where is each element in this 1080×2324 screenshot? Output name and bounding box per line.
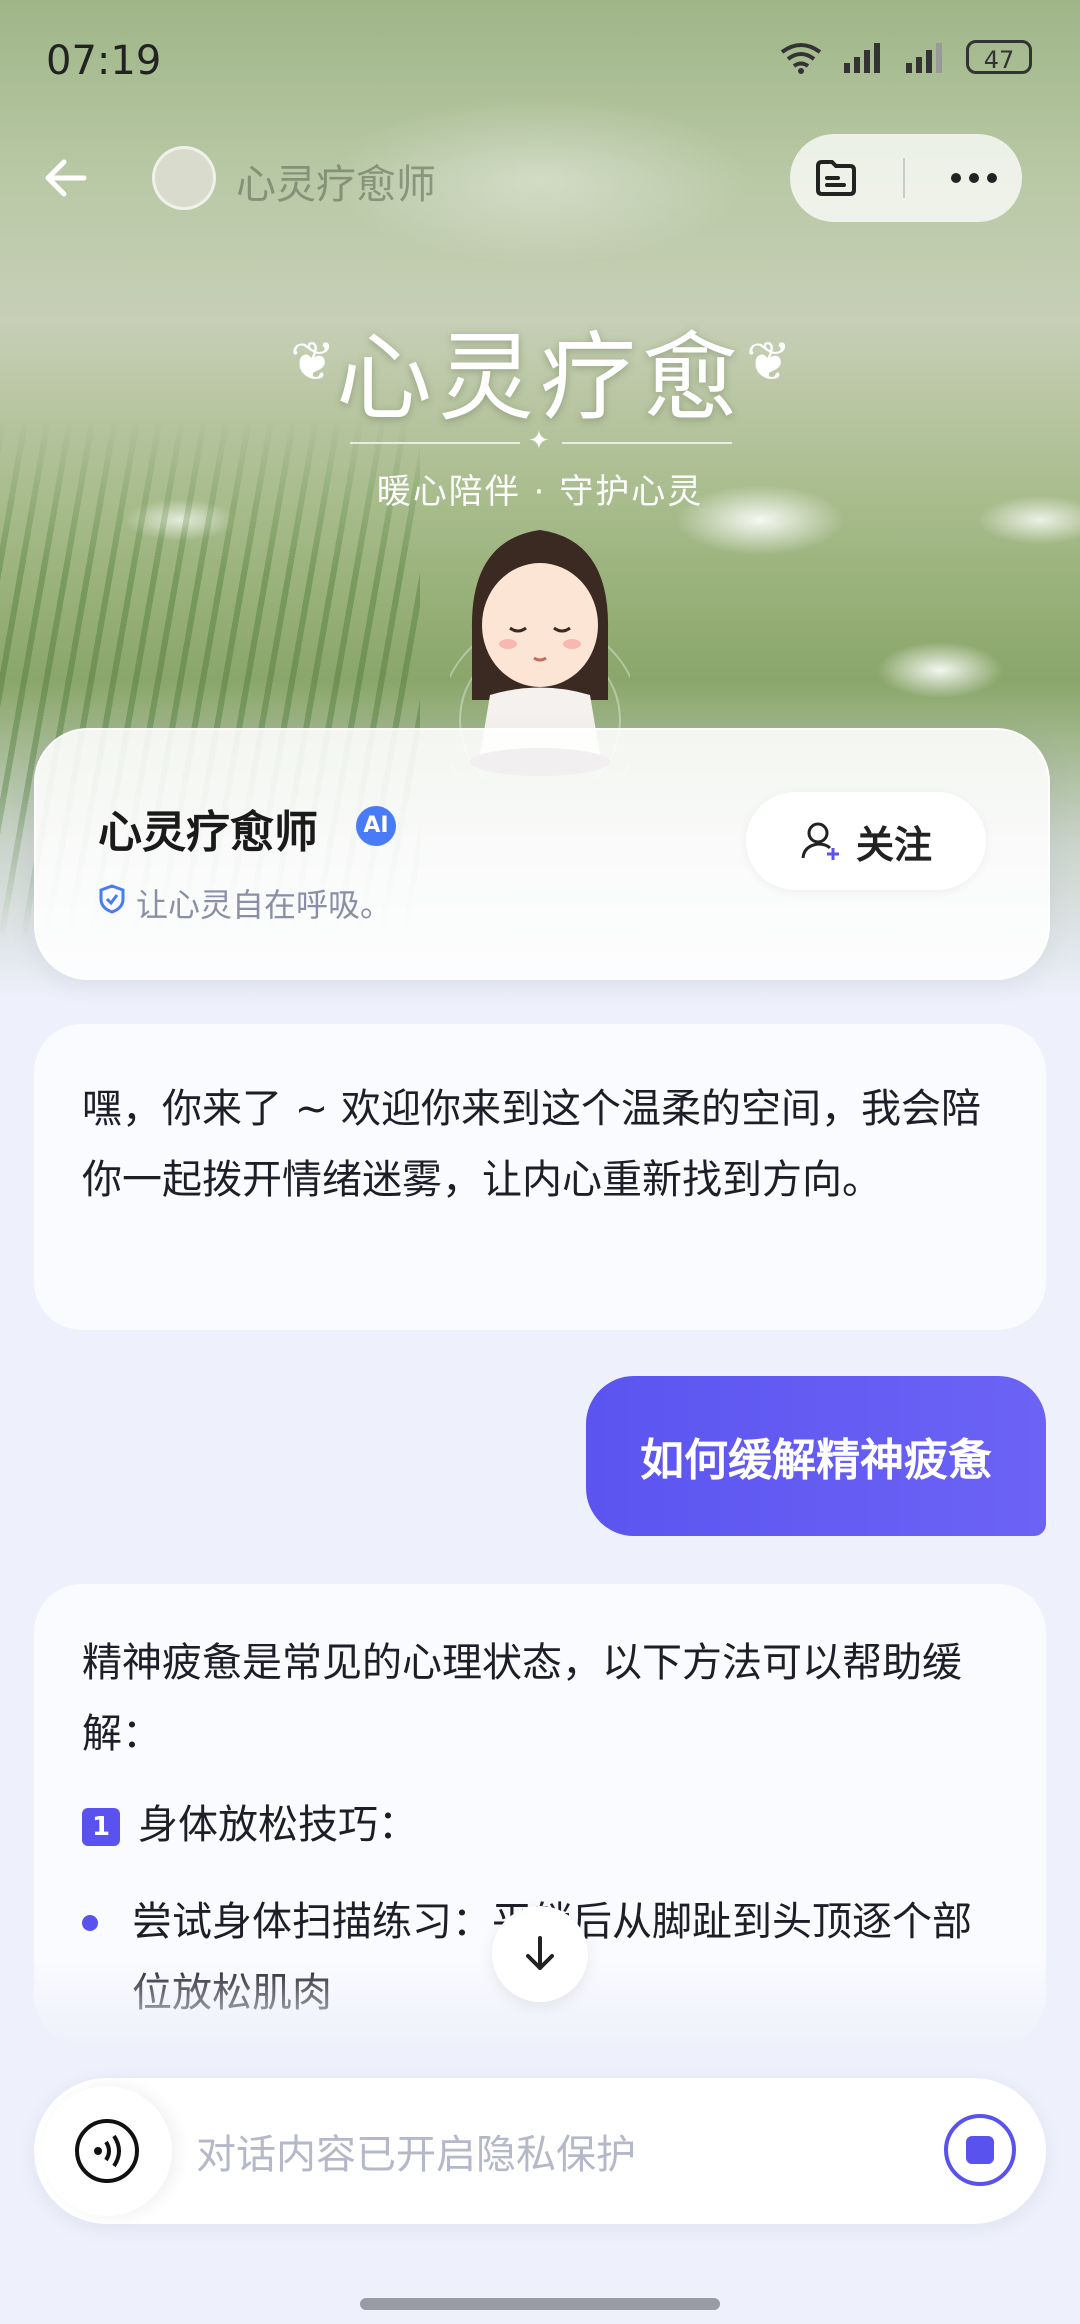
- bot-message-text: 嘿，你来了 ~ 欢迎你来到这个温柔的空间，我会陪你一起拨开情绪迷雾，让内心重新找…: [82, 1086, 981, 1203]
- nav-avatar[interactable]: [152, 146, 216, 210]
- ai-badge: AI: [356, 806, 396, 846]
- hero-title: 心灵疗愈: [336, 322, 744, 434]
- voice-wave-icon: [75, 2119, 139, 2183]
- signal-icon-2: [906, 43, 942, 73]
- user-message: 如何缓解精神疲惫: [586, 1376, 1046, 1536]
- status-bar: 07:19 47: [0, 0, 1080, 130]
- divider-left: [350, 442, 520, 444]
- laurel-right-icon: ❦: [746, 330, 792, 393]
- stop-icon: [966, 2136, 994, 2164]
- bot-message: 嘿，你来了 ~ 欢迎你来到这个温柔的空间，我会陪你一起拨开情绪迷雾，让内心重新找…: [34, 1024, 1046, 1330]
- follow-button[interactable]: 关注: [746, 792, 986, 890]
- voice-input-button[interactable]: [42, 2086, 172, 2216]
- hero-subtitle: 暖心陪伴 · 守护心灵: [376, 472, 704, 512]
- back-arrow-icon[interactable]: [40, 148, 100, 208]
- bot-profile-card: 心灵疗愈师 AI 让心灵自在呼吸。 关注: [34, 728, 1050, 980]
- status-icons: 47: [778, 40, 1032, 74]
- stop-generation-button[interactable]: [944, 2114, 1016, 2186]
- arrow-down-icon: [526, 1936, 554, 1970]
- bot-name: 心灵疗愈师: [98, 807, 318, 858]
- signal-icon: [844, 43, 880, 73]
- bullet-dot: [82, 1915, 98, 1931]
- battery-indicator: 47: [966, 40, 1032, 74]
- section-heading: 1 身体放松技巧：: [82, 1790, 998, 1861]
- bot-message-intro: 精神疲惫是常见的心理状态，以下方法可以帮助缓解：: [82, 1640, 962, 1757]
- scroll-to-bottom-button[interactable]: [492, 1906, 588, 2002]
- history-folder-icon[interactable]: [812, 154, 860, 202]
- sparkle-icon: ✦: [528, 426, 550, 456]
- top-navigation: 心灵疗愈师: [0, 130, 1080, 230]
- bot-description: 让心灵自在呼吸。: [136, 886, 393, 924]
- divider-right: [562, 442, 732, 444]
- composer-placeholder[interactable]: 对话内容已开启隐私保护: [196, 2122, 636, 2180]
- message-composer: 对话内容已开启隐私保护: [34, 2078, 1046, 2224]
- home-indicator[interactable]: [360, 2298, 720, 2310]
- follow-label: 关注: [855, 822, 932, 867]
- more-options-icon[interactable]: [948, 168, 1000, 188]
- section-title: 身体放松技巧：: [138, 1802, 418, 1848]
- add-person-icon: [801, 822, 839, 860]
- shield-check-icon: [99, 884, 125, 914]
- user-message-text: 如何缓解精神疲惫: [640, 1435, 992, 1486]
- wifi-icon: [780, 43, 822, 74]
- nav-action-pill: [790, 134, 1022, 222]
- nav-title: 心灵疗愈师: [236, 162, 436, 208]
- section-number-badge: 1: [82, 1808, 120, 1846]
- status-time: 07:19: [46, 38, 162, 84]
